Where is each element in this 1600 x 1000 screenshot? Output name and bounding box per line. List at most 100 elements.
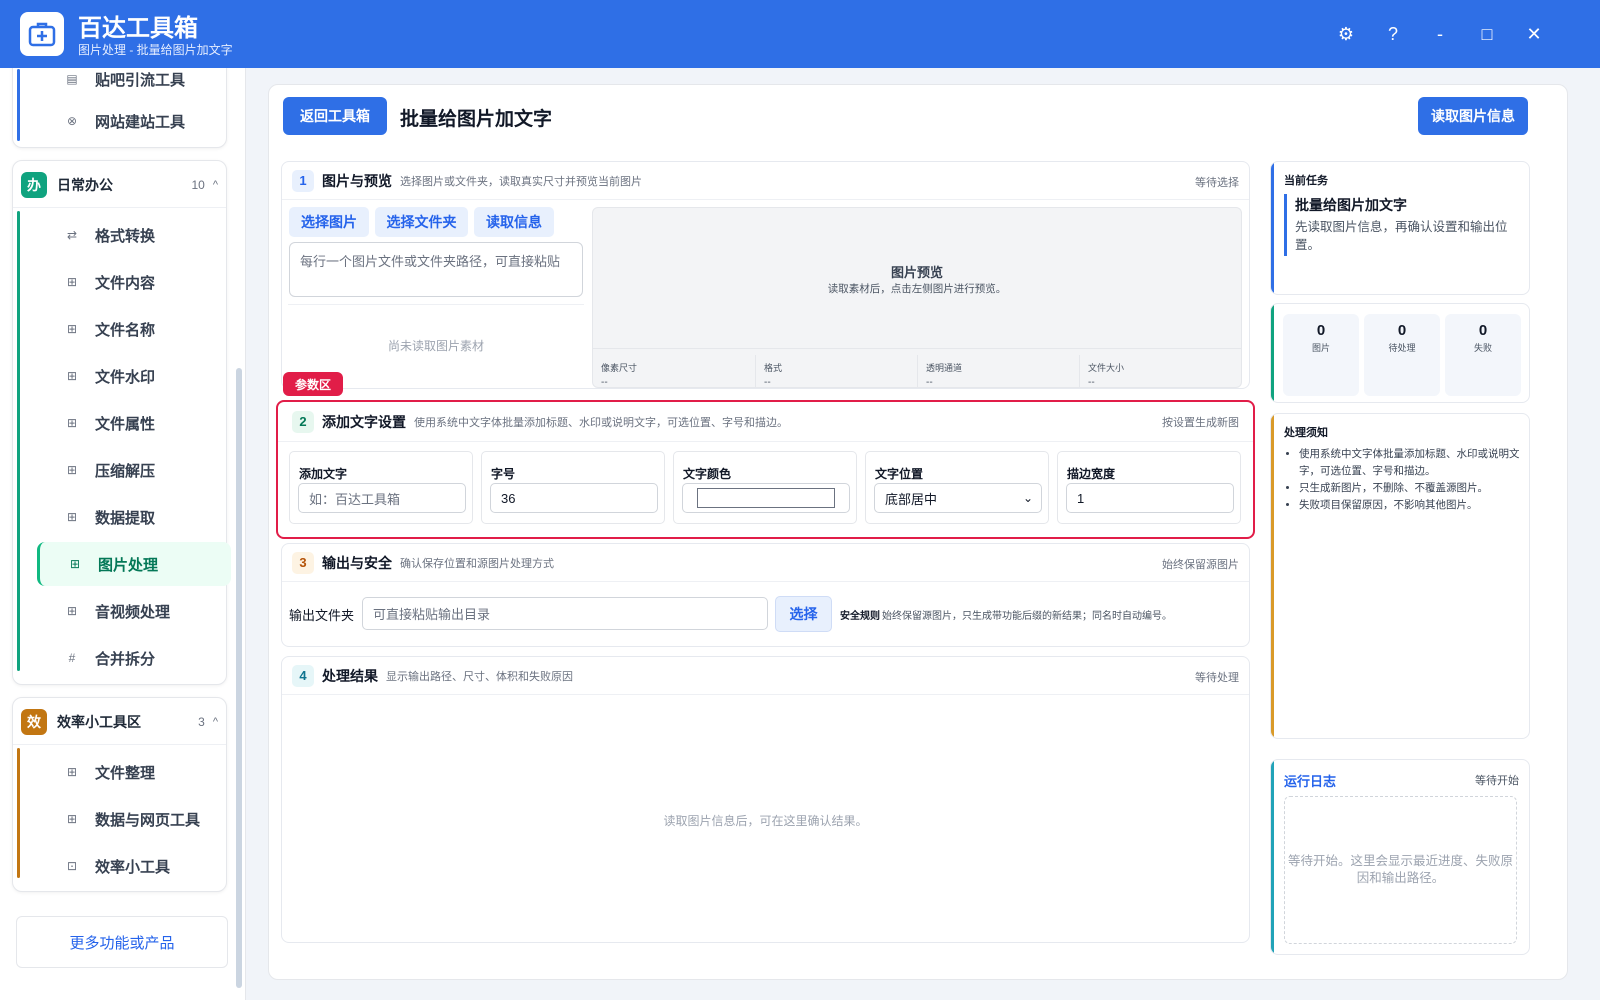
section-count: 3 [198, 715, 205, 729]
read-image-info-button[interactable]: 读取图片信息 [1418, 97, 1528, 135]
grid-icon: ⊞ [66, 463, 78, 477]
safety-rule-label: 安全规则 [840, 611, 880, 622]
maximize-button[interactable]: □ [1473, 20, 1501, 48]
font-size-input[interactable]: 36 [490, 483, 658, 513]
grid-icon: ⊞ [66, 604, 78, 618]
globe-icon: ⊗ [66, 114, 78, 128]
panel-status: 等待处理 [1195, 672, 1239, 684]
sidebar-item-content[interactable]: ⊞ 文件内容 [37, 260, 231, 304]
add-text-input[interactable]: 如：百达工具箱 [298, 483, 466, 513]
select-folder-button[interactable]: 选择文件夹 [375, 207, 468, 237]
log-output[interactable]: 等待开始。这里会显示最近进度、失败原因和输出路径。 [1284, 796, 1517, 944]
app-name: 百达工具箱 [78, 15, 198, 42]
minimize-button[interactable]: - [1426, 20, 1454, 48]
panel-description: 显示输出路径、尺寸、体积和失败原因 [386, 670, 573, 683]
grid-icon: ⊞ [66, 322, 78, 336]
hash-icon: # [68, 651, 76, 665]
stat-failed: 0 失败 [1445, 314, 1521, 396]
choose-output-button[interactable]: 选择 [775, 596, 832, 632]
param-area-tag: 参数区 [283, 372, 343, 396]
sidebar-item-small-tools[interactable]: ⊡ 效率小工具 [37, 844, 231, 888]
read-info-button[interactable]: 读取信息 [474, 207, 554, 237]
grid-icon: ⊞ [66, 275, 78, 289]
image-preview-area: 图片预览 读取素材后，点击左侧图片进行预览。 像素尺寸 -- 格式 -- 透明通道 -… [592, 207, 1242, 388]
meta-file-size: 文件大小 -- [1079, 355, 1239, 388]
note-item: 失败项目保留原因，不影响其他图片。 [1299, 497, 1523, 514]
text-color-picker[interactable] [682, 483, 850, 513]
sidebar-section-office: 办 日常办公 10 ^ ⇄ 格式转换 ⊞ 文件内容 ⊞ 文件名称 ⊞ 文件水印 ⊞ 文件属… [12, 160, 231, 685]
panel-description: 选择图片或文件夹，读取真实尺寸并预览当前图片 [400, 175, 642, 188]
panel-status: 按设置生成新图 [1162, 417, 1239, 429]
panel-description: 确认保存位置和源图片处理方式 [400, 557, 554, 570]
grid-icon: ⊞ [66, 369, 78, 383]
sidebar-item-organize[interactable]: ⊞ 文件整理 [37, 750, 231, 794]
sidebar-item-tieba[interactable]: ▤ 贴吧引流工具 [37, 68, 231, 101]
sidebar-item-merge[interactable]: # 合并拆分 [37, 636, 231, 680]
sidebar-item-format[interactable]: ⇄ 格式转换 [37, 213, 231, 257]
more-products-button[interactable]: 更多功能或产品 [16, 916, 228, 968]
step-number: 1 [292, 169, 314, 192]
chevron-up-icon[interactable]: ^ [213, 179, 218, 191]
field-stroke-width: 描边宽度 1 [1057, 451, 1241, 524]
sidebar-item-zip[interactable]: ⊞ 压缩解压 [37, 448, 231, 492]
sidebar-item-label: 贴吧引流工具 [95, 71, 186, 89]
sidebar-item-label: 效率小工具 [95, 858, 171, 876]
toolbox-logo-icon [20, 12, 64, 56]
sidebar-item-watermark[interactable]: ⊞ 文件水印 [37, 354, 231, 398]
back-to-toolbox-button[interactable]: 返回工具箱 [283, 97, 387, 135]
log-status: 等待开始 [1475, 775, 1519, 787]
panel-status: 始终保留源图片 [1162, 559, 1239, 571]
note-item: 使用系统中文字体批量添加标题、水印或说明文字，可选位置、字号和描边。 [1299, 446, 1523, 480]
section-header-efficiency[interactable]: 效 效率小工具区 3 ^ [21, 702, 218, 742]
task-description: 先读取图片信息，再确认设置和输出位置。 [1295, 220, 1508, 252]
sidebar-item-label: 数据与网页工具 [95, 811, 201, 829]
swap-icon: ⇄ [66, 228, 78, 242]
sidebar-scrollbar[interactable] [236, 368, 242, 988]
sidebar-item-media[interactable]: ⊞ 音视频处理 [37, 589, 231, 633]
sidebar-item-label: 网站建站工具 [95, 113, 186, 131]
empty-material-text: 尚未读取图片素材 [387, 339, 484, 353]
settings-gear-icon[interactable]: ⚙ [1332, 20, 1360, 48]
current-task-card: 当前任务 批量给图片加文字 先读取图片信息，再确认设置和输出位置。 [1270, 161, 1530, 295]
grid-icon: ⊞ [66, 812, 78, 826]
office-badge: 办 [21, 172, 47, 198]
sidebar: ▤ 贴吧引流工具 ⊗ 网站建站工具 办 日常办公 10 ^ ⇄ 格式转换 ⊞ 文件内… [0, 68, 246, 1000]
efficiency-badge: 效 [21, 709, 47, 735]
output-folder-input[interactable]: 可直接粘贴输出目录 [362, 597, 768, 630]
panel-results: 4 处理结果 显示输出路径、尺寸、体积和失败原因 等待处理 读取图片信息后，可在… [281, 656, 1250, 943]
sidebar-item-image[interactable]: ⊞ 图片处理 [37, 542, 231, 586]
sidebar-item-attr[interactable]: ⊞ 文件属性 [37, 401, 231, 445]
sidebar-item-web-tools[interactable]: ⊞ 数据与网页工具 [37, 797, 231, 841]
preview-title: 图片预览 [890, 265, 943, 280]
step-number: 4 [292, 664, 314, 687]
stroke-width-input[interactable]: 1 [1066, 483, 1234, 513]
section-header-office[interactable]: 办 日常办公 10 ^ [21, 165, 218, 205]
chevron-up-icon[interactable]: ^ [213, 716, 218, 728]
notes-list: 使用系统中文字体批量添加标题、水印或说明文字，可选位置、字号和描边。 只生成新图… [1287, 446, 1523, 514]
sidebar-item-website[interactable]: ⊗ 网站建站工具 [37, 99, 231, 143]
note-item: 只生成新图片，不删除、不覆盖源图片。 [1299, 480, 1523, 497]
grid-icon: ⊞ [66, 416, 78, 430]
panel-output-safety: 3 输出与安全 确认保存位置和源图片处理方式 始终保留源图片 [281, 543, 1250, 647]
output-folder-label: 输出文件夹 [289, 608, 355, 623]
stats-card: 0 图片 0 待处理 0 失败 [1270, 303, 1530, 403]
meta-pixel-size: 像素尺寸 -- [601, 363, 638, 388]
field-add-text: 添加文字 如：百达工具箱 [289, 451, 473, 524]
toolbox-icon: ⊡ [66, 859, 78, 873]
sidebar-item-label: 文件内容 [95, 274, 156, 292]
panel-title: 添加文字设置 [322, 413, 406, 430]
close-button[interactable]: ✕ [1520, 20, 1548, 48]
step-number: 3 [292, 551, 314, 574]
title-bar: 百达工具箱 图片处理 - 批量给图片加文字 ⚙ ? - □ ✕ [0, 0, 1600, 68]
sidebar-section-efficiency: 效 效率小工具区 3 ^ ⊞ 文件整理 ⊞ 数据与网页工具 ⊡ 效率小工具 [12, 697, 227, 892]
sidebar-item-extract[interactable]: ⊞ 数据提取 [37, 495, 231, 539]
preview-hint: 读取素材后，点击左侧图片进行预览。 [827, 283, 1007, 295]
panel-title: 图片与预览 [322, 172, 392, 189]
select-image-button[interactable]: 选择图片 [289, 207, 369, 237]
field-text-color: 文字颜色 [673, 451, 857, 524]
sidebar-item-name[interactable]: ⊞ 文件名称 [37, 307, 231, 351]
path-input[interactable]: 每行一个图片文件或文件夹路径，可直接粘贴 [289, 242, 583, 297]
run-log-card: 运行日志 等待开始 等待开始。这里会显示最近进度、失败原因和输出路径。 [1270, 759, 1530, 955]
text-position-select[interactable]: 底部居中 ⌄ [874, 483, 1042, 513]
help-icon[interactable]: ? [1379, 20, 1407, 48]
